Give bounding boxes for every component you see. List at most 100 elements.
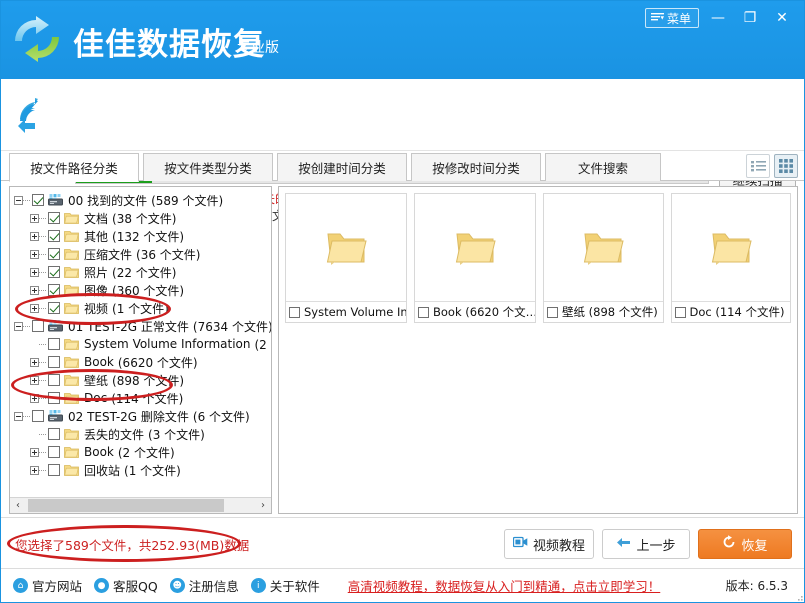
tree-node-label: Book [84, 445, 114, 459]
list-view-icon[interactable] [746, 154, 770, 178]
file-grid-item[interactable]: Book (6620 个文… [414, 193, 536, 323]
footer-link-1[interactable]: ●客服QQ [94, 576, 158, 595]
footer-link-3[interactable]: i关于软件 [251, 576, 320, 595]
expand-icon[interactable] [30, 448, 39, 457]
tab-4[interactable]: 文件搜索 [545, 153, 661, 181]
file-item-checkbox[interactable] [418, 307, 429, 318]
tree-node-checkbox[interactable] [48, 212, 60, 224]
tree-node[interactable]: Doc(114 个文件) [30, 389, 183, 407]
tree-node-checkbox[interactable] [48, 230, 60, 242]
tab-1[interactable]: 按文件类型分类 [143, 153, 273, 181]
scrollbar-thumb[interactable] [28, 499, 224, 512]
tree-node-checkbox[interactable] [32, 410, 44, 422]
file-item-caption: Doc (114 个文件) [672, 302, 791, 322]
grid-view-icon[interactable] [774, 154, 798, 178]
tab-strip: 文件搜索 按修改时间分类按创建时间分类按文件类型分类按文件路径分类 [1, 151, 805, 181]
footer-link-2[interactable]: ☻注册信息 [170, 576, 239, 595]
tree-node[interactable]: 02 TEST-2G 删除文件(6 个文件) [14, 407, 250, 425]
tree-node-label: 01 TEST-2G 正常文件 [68, 318, 189, 335]
tree-node-checkbox[interactable] [48, 464, 60, 476]
expand-icon[interactable] [30, 232, 39, 241]
tree-node-checkbox[interactable] [48, 374, 60, 386]
footer-link-label: 关于软件 [270, 576, 320, 595]
collapse-icon[interactable] [14, 322, 23, 331]
scroll-right-icon[interactable]: › [255, 498, 271, 513]
menu-button[interactable]: 菜单 [645, 8, 699, 28]
file-item-checkbox[interactable] [289, 307, 300, 318]
file-grid-item[interactable]: System Volume In... [285, 193, 407, 323]
recover-button[interactable]: 恢复 [698, 529, 792, 559]
tree-node-checkbox[interactable] [48, 446, 60, 458]
tab-0[interactable]: 按文件路径分类 [9, 153, 139, 182]
tree-node[interactable]: 00 找到的文件(589 个文件) [14, 191, 223, 209]
tree-node[interactable]: 照片(22 个文件) [30, 263, 176, 281]
tree-node-label: System Volume Information [84, 337, 250, 351]
tree-node-checkbox[interactable] [48, 428, 60, 440]
expand-icon[interactable] [30, 394, 39, 403]
tree-node-checkbox[interactable] [32, 320, 44, 332]
close-icon[interactable]: ✕ [770, 7, 794, 29]
tree-node-checkbox[interactable] [48, 392, 60, 404]
collapse-icon[interactable] [14, 412, 23, 421]
tree-node-checkbox[interactable] [48, 356, 60, 368]
scan-status-band: 正在扫描文件，如果已经找到您丢失的文件，可以立即恢复，不用等待扫描结束！ 扫描范… [1, 79, 805, 151]
tree-connector [39, 434, 46, 435]
maximize-icon[interactable]: ❐ [738, 7, 762, 29]
folder-tree[interactable]: 00 找到的文件(589 个文件)文档(38 个文件)其他(132 个文件)压缩… [10, 187, 271, 497]
file-grid-item[interactable]: 壁纸 (898 个文件) [543, 193, 664, 323]
expand-icon[interactable] [30, 466, 39, 475]
tree-node-checkbox[interactable] [48, 338, 60, 350]
tree-node[interactable]: 视频(1 个文件) [30, 299, 169, 317]
tree-node-checkbox[interactable] [48, 284, 60, 296]
tree-node-label: 02 TEST-2G 删除文件 [68, 408, 189, 425]
tab-label: 文件搜索 [578, 158, 628, 177]
previous-step-button[interactable]: 上一步 [602, 529, 690, 559]
footer-promo-link[interactable]: 高清视频教程，数据恢复从入门到精通，点击立即学习！ [348, 576, 661, 595]
scrollbar-track[interactable] [26, 498, 255, 513]
tree-node[interactable]: 压缩文件(36 个文件) [30, 245, 200, 263]
resize-grip-icon[interactable] [794, 590, 804, 600]
tree-node[interactable]: 01 TEST-2G 正常文件(7634 个文件) [14, 317, 271, 335]
tree-connector [39, 308, 46, 309]
tree-connector [39, 398, 46, 399]
expand-icon[interactable] [30, 286, 39, 295]
file-grid-item[interactable]: Doc (114 个文件) [671, 193, 792, 323]
tree-node-checkbox[interactable] [32, 194, 44, 206]
tree-node[interactable]: 回收站(1 个文件) [30, 461, 181, 479]
minimize-icon[interactable]: — [706, 7, 730, 29]
tree-node[interactable]: 壁纸(898 个文件) [30, 371, 184, 389]
expand-icon[interactable] [30, 304, 39, 313]
folder-icon [64, 212, 79, 225]
menu-button-label: 菜单 [667, 10, 691, 27]
expand-icon[interactable] [30, 250, 39, 259]
expand-icon[interactable] [30, 376, 39, 385]
expand-icon[interactable] [30, 214, 39, 223]
folder-icon [286, 194, 406, 302]
tree-node[interactable]: 图像(360 个文件) [30, 281, 184, 299]
tree-node-label: 00 找到的文件 [68, 192, 147, 209]
tree-node-checkbox[interactable] [48, 248, 60, 260]
tree-node[interactable]: Book(2 个文件) [30, 443, 175, 461]
recovery-refresh-logo-icon [10, 12, 64, 66]
footer-link-0[interactable]: ⌂官方网站 [13, 576, 82, 595]
video-tutorial-button[interactable]: 视频教程 [504, 529, 594, 559]
expand-icon[interactable] [30, 268, 39, 277]
tree-node[interactable]: 其他(132 个文件) [30, 227, 184, 245]
tab-2[interactable]: 按创建时间分类 [277, 153, 407, 181]
folder-icon [64, 302, 79, 315]
tree-node-count: (3 个文件) [148, 426, 205, 443]
tree-node-checkbox[interactable] [48, 266, 60, 278]
file-item-checkbox[interactable] [675, 307, 686, 318]
tree-node-label: 压缩文件 [84, 246, 132, 263]
expand-icon[interactable] [30, 358, 39, 367]
tree-horizontal-scrollbar[interactable]: ‹ › [10, 497, 271, 513]
tree-node[interactable]: 丢失的文件(3 个文件) [30, 425, 205, 443]
tree-node-checkbox[interactable] [48, 302, 60, 314]
scroll-left-icon[interactable]: ‹ [10, 498, 26, 513]
tree-node[interactable]: 文档(38 个文件) [30, 209, 176, 227]
collapse-icon[interactable] [14, 196, 23, 205]
tab-3[interactable]: 按修改时间分类 [411, 153, 541, 181]
tree-node[interactable]: System Volume Information(2 个文… [30, 335, 271, 353]
file-item-checkbox[interactable] [547, 307, 558, 318]
tree-node[interactable]: Book(6620 个文件) [30, 353, 198, 371]
